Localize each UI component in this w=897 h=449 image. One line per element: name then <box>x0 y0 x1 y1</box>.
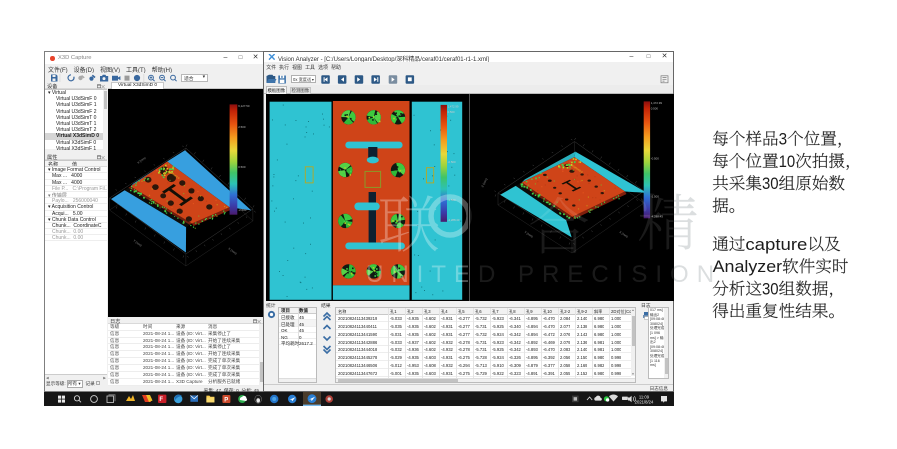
svg-text:30: 30 <box>762 280 779 299</box>
svg-text:3: 3 <box>779 130 788 149</box>
svg-text:Analyzer: Analyzer <box>713 257 783 276</box>
svg-text:capture: capture <box>745 235 807 254</box>
svg-text:30: 30 <box>762 174 779 193</box>
svg-text:10: 10 <box>779 152 796 171</box>
